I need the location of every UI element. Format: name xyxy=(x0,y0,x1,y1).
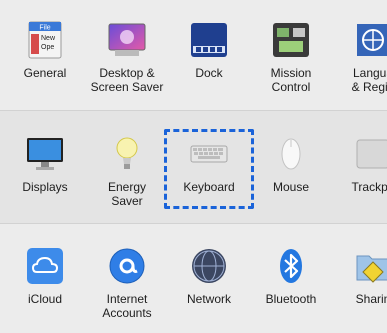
pane-desktop-screen-saver[interactable]: Desktop & Screen Saver xyxy=(82,20,172,94)
energy-saver-icon xyxy=(107,134,147,174)
icloud-icon xyxy=(25,246,65,286)
dock-icon xyxy=(189,20,229,60)
internet-accounts-icon xyxy=(107,246,147,286)
pane-network[interactable]: Network xyxy=(164,246,254,306)
pane-internet-accounts[interactable]: Internet Accounts xyxy=(82,246,172,320)
pane-general[interactable]: File New Ope General xyxy=(0,20,90,80)
pane-label: Displays xyxy=(22,180,68,194)
pane-label: Trackpa xyxy=(351,180,387,194)
general-icon: File New Ope xyxy=(25,20,65,60)
pane-label: Sharin xyxy=(355,292,387,306)
network-icon xyxy=(189,246,229,286)
pane-label: Network xyxy=(186,292,231,306)
pane-label: Energy Saver xyxy=(107,180,147,208)
pane-label: Mission Control xyxy=(270,66,312,94)
pane-label: Mouse xyxy=(272,180,310,194)
bluetooth-icon xyxy=(271,246,311,286)
pane-label: General xyxy=(23,66,67,80)
pane-dock[interactable]: Dock xyxy=(164,20,254,80)
sharing-icon xyxy=(353,246,387,286)
svg-text:File: File xyxy=(39,25,50,32)
pane-trackpad[interactable]: Trackpa xyxy=(328,134,387,194)
pane-icloud[interactable]: iCloud xyxy=(0,246,90,306)
language-region-icon xyxy=(353,20,387,60)
pane-energy-saver[interactable]: Energy Saver xyxy=(82,134,172,208)
mouse-icon xyxy=(271,134,311,174)
pane-label: Internet Accounts xyxy=(102,292,152,320)
pane-language-region[interactable]: Langua & Regio xyxy=(328,20,387,94)
keyboard-focus-highlight xyxy=(164,129,254,209)
mission-control-icon xyxy=(271,20,311,60)
pane-label: iCloud xyxy=(27,292,63,306)
pane-label: Desktop & Screen Saver xyxy=(90,66,164,94)
pane-displays[interactable]: Displays xyxy=(0,134,90,194)
displays-icon xyxy=(25,134,65,174)
svg-text:New: New xyxy=(41,35,56,42)
pane-bluetooth[interactable]: Bluetooth xyxy=(246,246,336,306)
pane-label: Langua & Regio xyxy=(351,66,387,94)
trackpad-icon xyxy=(353,134,387,174)
desktop-screensaver-icon xyxy=(107,20,147,60)
pane-mouse[interactable]: Mouse xyxy=(246,134,336,194)
pane-mission-control[interactable]: Mission Control xyxy=(246,20,336,94)
pane-sharing[interactable]: Sharin xyxy=(328,246,387,306)
svg-text:Ope: Ope xyxy=(41,44,54,51)
pane-label: Bluetooth xyxy=(265,292,317,306)
pane-label: Dock xyxy=(195,66,223,80)
